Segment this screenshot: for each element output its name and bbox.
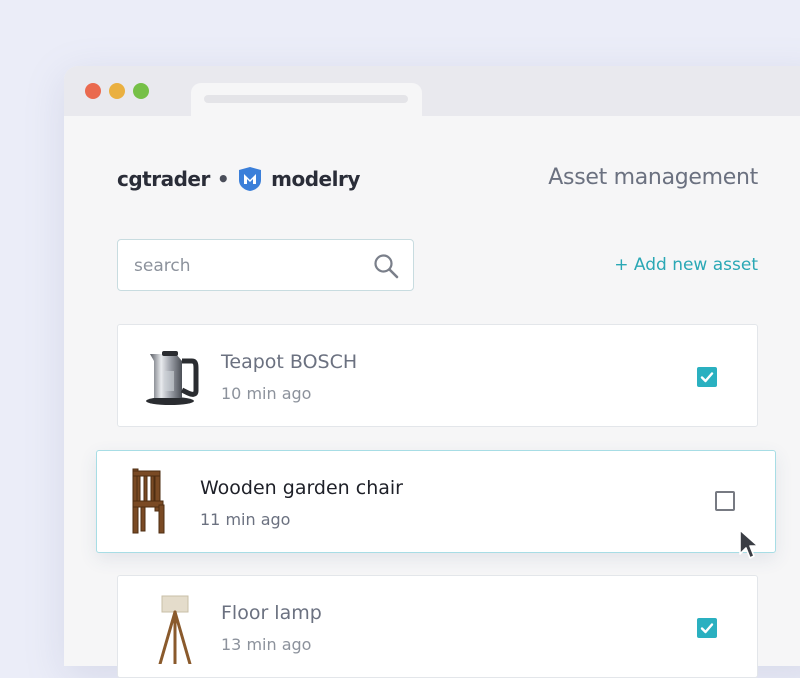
kettle-icon xyxy=(146,351,199,405)
asset-name: Floor lamp xyxy=(221,602,322,624)
brand-separator: • xyxy=(216,167,230,191)
asset-name: Teapot BOSCH xyxy=(221,351,358,373)
brand-logo[interactable]: cgtrader • modelry xyxy=(117,165,360,193)
asset-card[interactable]: Teapot BOSCH 10 min ago xyxy=(117,324,758,427)
close-window-button[interactable] xyxy=(85,83,101,99)
asset-time: 11 min ago xyxy=(200,510,291,529)
page-title: Asset management xyxy=(548,165,758,190)
brand-secondary: modelry xyxy=(271,167,360,191)
asset-checkbox-checked[interactable] xyxy=(697,618,717,638)
asset-time: 13 min ago xyxy=(221,635,312,654)
asset-card[interactable]: Wooden garden chair 11 min ago xyxy=(96,450,776,553)
add-new-asset-link[interactable]: + Add new asset xyxy=(614,255,758,275)
mouse-pointer-icon xyxy=(739,529,759,559)
checkmark-icon xyxy=(700,372,714,383)
asset-time: 10 min ago xyxy=(221,384,312,403)
asset-checkbox-checked[interactable] xyxy=(697,367,717,387)
search-icon[interactable] xyxy=(373,253,399,279)
asset-card[interactable]: Floor lamp 13 min ago xyxy=(117,575,758,678)
brand-primary: cgtrader xyxy=(117,167,210,191)
search-box[interactable] xyxy=(117,239,414,292)
tab-title-placeholder xyxy=(204,95,408,103)
asset-checkbox-unchecked[interactable] xyxy=(715,491,735,511)
chair-icon xyxy=(132,468,165,534)
shield-m-icon xyxy=(239,167,262,191)
asset-name: Wooden garden chair xyxy=(200,477,403,499)
maximize-window-button[interactable] xyxy=(133,83,149,99)
search-input[interactable] xyxy=(132,240,366,292)
browser-tab[interactable] xyxy=(191,83,422,119)
minimize-window-button[interactable] xyxy=(109,83,125,99)
window-titlebar xyxy=(64,66,800,119)
checkmark-icon xyxy=(700,623,714,634)
floor-lamp-icon xyxy=(158,595,192,664)
